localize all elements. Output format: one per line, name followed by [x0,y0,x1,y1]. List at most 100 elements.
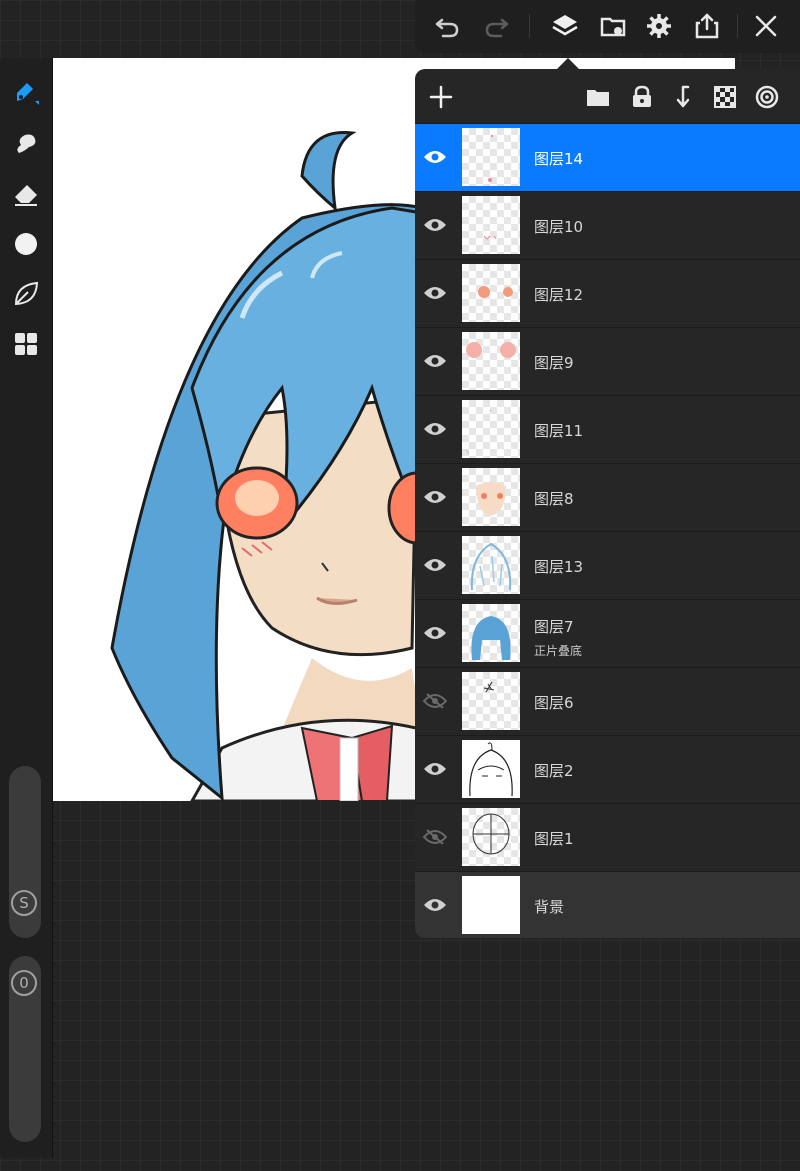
layer-row-12[interactable]: 图层12 [415,259,800,327]
close-icon [755,15,777,37]
visibility-toggle[interactable] [421,823,449,851]
gallery-tool[interactable] [6,324,46,364]
top-toolbar [415,0,800,53]
visibility-toggle[interactable] [421,551,449,579]
add-icon [429,85,453,109]
thumbnail-art [465,409,492,455]
redo-icon [485,18,509,38]
layer-thumbnail [462,740,520,798]
layer-row-8[interactable]: 图层8 [415,463,800,531]
eye-icon [424,219,446,231]
eye-icon [424,763,446,775]
visibility-toggle[interactable] [421,211,449,239]
lock-icon [633,85,651,107]
size-slider-label: S [11,890,37,916]
layer-thumbnail [462,400,520,458]
layer-row-13[interactable]: 图层13 [415,531,800,599]
visibility-toggle[interactable] [421,891,449,919]
transparency-icon [714,86,736,108]
close-button[interactable] [748,8,784,44]
layer-row-14[interactable]: 图层14 [415,123,800,191]
group-folder-button[interactable] [580,79,616,115]
settings-icon [647,14,671,38]
layer-thumbnail [462,808,520,866]
thumbnail-art [476,482,506,516]
layer-name: 图层8 [534,490,574,508]
layer-row-1[interactable]: 图层1 [415,803,800,871]
lock-layer-button[interactable] [624,79,660,115]
brush-icon [17,83,39,105]
brush-tool[interactable] [6,74,46,114]
layer-row-9[interactable]: 图层9 [415,327,800,395]
layer-thumbnail [462,264,520,322]
redo-button[interactable] [479,8,515,44]
layers-panel: 图层14 图层10 图层12 图层9 图层11 图层8 图层13 图层7 正片叠… [415,69,800,938]
visibility-toggle[interactable] [421,483,449,511]
layer-thumbnail [462,332,520,390]
transparency-button[interactable] [707,79,743,115]
thumbnail-art [466,342,516,358]
smudge-tool[interactable] [6,124,46,164]
layer-thumbnail [462,604,520,662]
color-dot-icon [15,233,37,255]
target-icon [755,85,779,109]
reference-button[interactable] [749,79,785,115]
layer-row-2[interactable]: 图层2 [415,735,800,803]
visibility-toggle[interactable] [421,415,449,443]
grid-icon [15,333,37,355]
visibility-toggle[interactable] [421,687,449,715]
layers-panel-header [415,69,800,123]
visibility-toggle[interactable] [421,143,449,171]
import-button[interactable] [595,8,631,44]
eraser-icon [15,185,37,206]
layer-row-11[interactable]: 图层11 [415,395,800,463]
layer-row-6[interactable]: 图层6 [415,667,800,735]
layer-name: 图层9 [534,354,574,372]
toolbar-divider [737,14,738,38]
layer-thumbnail [462,672,520,730]
layer-name: 图层1 [534,830,574,848]
eye-hidden-icon [423,829,447,845]
folder-icon [587,90,609,106]
merge-down-button[interactable] [665,79,701,115]
settings-button[interactable] [641,8,677,44]
layer-name: 图层7 [534,618,574,636]
panel-pointer [557,58,579,69]
layer-name: 背景 [534,898,565,916]
merge-down-icon [676,85,690,108]
leaf-icon [14,281,39,306]
import-icon [600,17,626,37]
add-layer-button[interactable] [423,79,459,115]
smudge-icon [17,134,36,153]
share-icon [695,13,719,39]
opacity-slider-label: 0 [11,970,37,996]
layer-row-7[interactable]: 图层7 正片叠底 [415,599,800,667]
visibility-toggle[interactable] [421,279,449,307]
layer-name: 图层12 [534,286,584,304]
eye-icon [424,559,446,571]
layer-thumbnail [462,468,520,526]
undo-button[interactable] [429,8,465,44]
eye-icon [424,627,446,639]
layer-thumbnail [462,536,520,594]
visibility-toggle[interactable] [421,619,449,647]
layer-row-10[interactable]: 图层10 [415,191,800,259]
eraser-tool[interactable] [6,174,46,214]
eye-icon [424,899,446,911]
share-button[interactable] [689,8,725,44]
eye-hidden-icon [423,693,447,709]
eye-icon [424,287,446,299]
visibility-toggle[interactable] [421,347,449,375]
layer-row-background[interactable]: 背景 [415,871,800,938]
eye-icon [424,491,446,503]
layer-thumbnail [462,196,520,254]
selection-tool[interactable] [6,274,46,314]
thumbnail-art [469,742,513,797]
thumbnail-art [472,813,510,855]
undo-icon [435,18,459,38]
toolbar-divider [529,14,530,38]
visibility-toggle[interactable] [421,755,449,783]
color-tool[interactable] [6,224,46,264]
layers-button[interactable] [547,8,583,44]
thumbnail-art [478,286,513,298]
